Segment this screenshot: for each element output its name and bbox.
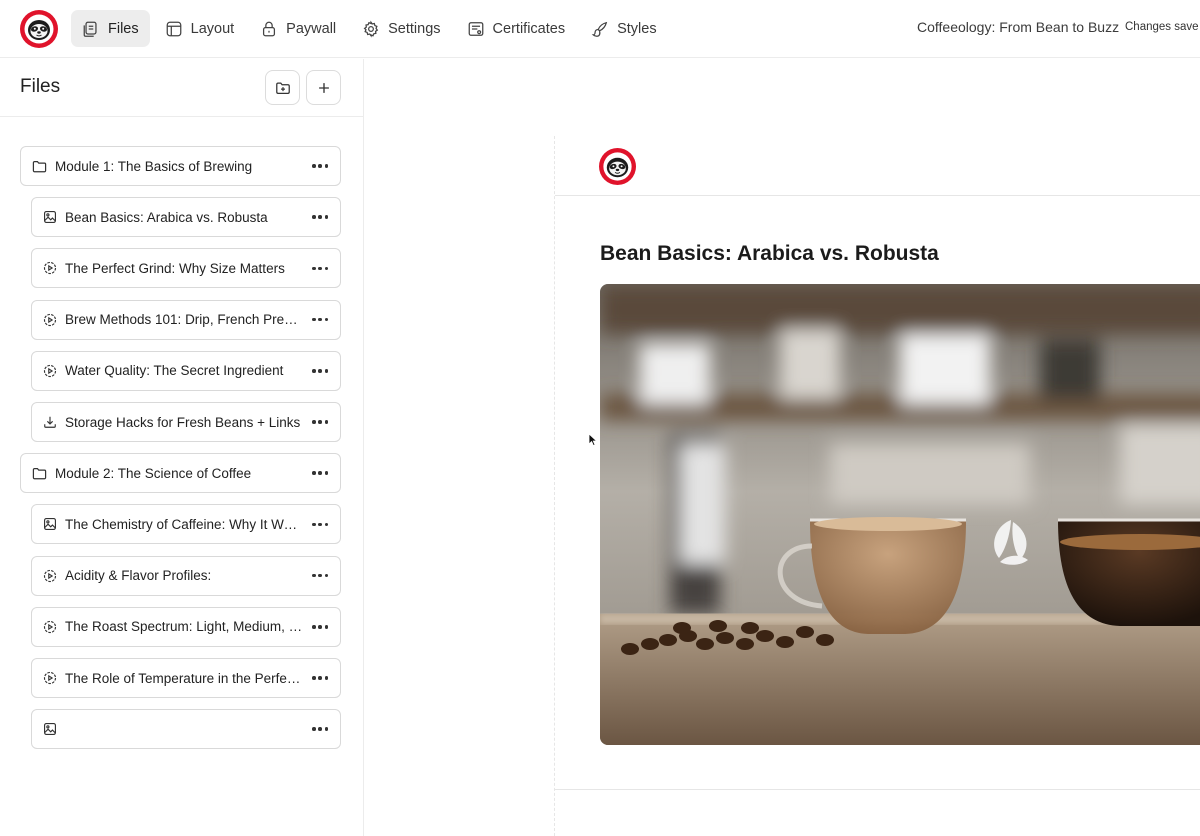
more-options-icon[interactable] (312, 466, 328, 480)
nav-styles[interactable]: Styles (580, 10, 668, 47)
nav-styles-label: Styles (617, 20, 657, 37)
lesson-row[interactable]: Acidity & Flavor Profiles: (31, 555, 341, 596)
sidebar-header: Files (0, 59, 363, 117)
layout-icon (166, 21, 182, 36)
nav-certificates-label: Certificates (492, 20, 566, 37)
lesson-label: Acidity & Flavor Profiles: (65, 568, 212, 584)
lesson-label: Storage Hacks for Fresh Beans + Links (65, 414, 301, 430)
more-options-icon[interactable] (312, 517, 328, 531)
nav-paywall[interactable]: Paywall (249, 10, 347, 47)
lesson-row[interactable]: The Chemistry of Caffeine: Why It Works (31, 504, 341, 545)
files-icon (83, 21, 97, 37)
more-options-icon[interactable] (312, 313, 328, 327)
more-options-icon[interactable] (312, 415, 328, 429)
image-icon (43, 722, 57, 736)
nav-layout[interactable]: Layout (154, 10, 246, 47)
video-icon (43, 364, 57, 378)
video-icon (43, 261, 57, 275)
folder-plus-icon (275, 81, 290, 94)
lock-icon (263, 21, 276, 36)
course-title: Coffeeology: From Bean to Buzz (917, 19, 1120, 35)
lesson-row[interactable]: The Roast Spectrum: Light, Medium, Dark (31, 606, 341, 647)
lesson-row[interactable]: The Perfect Grind: Why Size Matters (31, 248, 341, 289)
main-nav: Files Layout Paywall Settings Certificat… (71, 10, 668, 47)
plus-icon (318, 82, 329, 93)
lesson-label: Brew Methods 101: Drip, French Press, Es… (65, 312, 303, 328)
lesson-row[interactable]: Brew Methods 101: Drip, French Press, Es… (31, 299, 341, 340)
lesson-preview: Bean Basics: Arabica vs. Robusta (554, 136, 1200, 836)
nav-layout-label: Layout (190, 20, 235, 37)
preview-footer-divider (555, 789, 1200, 790)
image-icon (43, 517, 57, 531)
lesson-hero-image[interactable] (600, 284, 1200, 745)
more-options-icon[interactable] (312, 364, 328, 378)
save-status: Changes save (1125, 21, 1199, 33)
lesson-label: Water Quality: The Secret Ingredient (65, 363, 284, 379)
more-options-icon[interactable] (312, 722, 328, 736)
brand-logo-icon[interactable] (20, 10, 58, 48)
sidebar-title: Files (20, 76, 61, 97)
folder-icon (32, 159, 47, 174)
more-options-icon[interactable] (312, 261, 328, 275)
more-options-icon[interactable] (312, 159, 328, 173)
download-icon (43, 415, 57, 429)
preview-header (555, 136, 1200, 196)
gear-icon (363, 20, 379, 38)
lesson-label: The Roast Spectrum: Light, Medium, Dark (65, 619, 303, 635)
video-icon (43, 620, 57, 634)
lesson-title: Bean Basics: Arabica vs. Robusta (600, 242, 939, 265)
nav-settings-label: Settings (388, 20, 441, 37)
add-folder-button[interactable] (265, 70, 300, 105)
lesson-row[interactable]: The Role of Temperature in the Perfect C… (31, 658, 341, 698)
lesson-row[interactable]: Storage Hacks for Fresh Beans + Links (31, 402, 341, 442)
lesson-row[interactable]: Water Quality: The Secret Ingredient (31, 350, 341, 391)
lesson-row[interactable]: Bean Basics: Arabica vs. Robusta (31, 197, 341, 238)
lesson-label: Bean Basics: Arabica vs. Robusta (65, 209, 268, 225)
module-label: Module 1: The Basics of Brewing (55, 158, 253, 174)
certificate-icon (468, 21, 483, 36)
files-sidebar: Files Module 1: The Basics of Brewing Bea… (0, 59, 364, 836)
top-bar: Files Layout Paywall Settings Certificat… (0, 0, 1200, 58)
video-icon (43, 671, 57, 685)
more-options-icon[interactable] (312, 210, 328, 224)
preview-brand-logo-icon (599, 148, 636, 185)
more-options-icon[interactable] (312, 569, 328, 583)
lesson-row[interactable] (31, 709, 341, 750)
more-options-icon[interactable] (312, 620, 328, 634)
folder-icon (32, 466, 47, 481)
add-file-button[interactable] (306, 70, 341, 105)
video-icon (43, 569, 57, 583)
mouse-cursor-icon (588, 433, 598, 447)
nav-files[interactable]: Files (71, 10, 150, 47)
video-icon (43, 313, 57, 327)
module-row[interactable]: Module 2: The Science of Coffee (20, 453, 341, 494)
nav-settings[interactable]: Settings (351, 10, 451, 47)
more-options-icon[interactable] (312, 671, 328, 685)
lesson-label: The Role of Temperature in the Perfect C… (65, 670, 303, 686)
lesson-label: The Perfect Grind: Why Size Matters (65, 260, 285, 276)
image-icon (43, 210, 57, 224)
nav-paywall-label: Paywall (286, 20, 337, 37)
lesson-label: The Chemistry of Caffeine: Why It Works (65, 516, 303, 532)
module-row[interactable]: Module 1: The Basics of Brewing (20, 146, 341, 186)
nav-files-label: Files (108, 20, 139, 37)
nav-certificates[interactable]: Certificates (456, 10, 577, 47)
module-label: Module 2: The Science of Coffee (55, 465, 252, 481)
brush-icon (591, 21, 608, 37)
